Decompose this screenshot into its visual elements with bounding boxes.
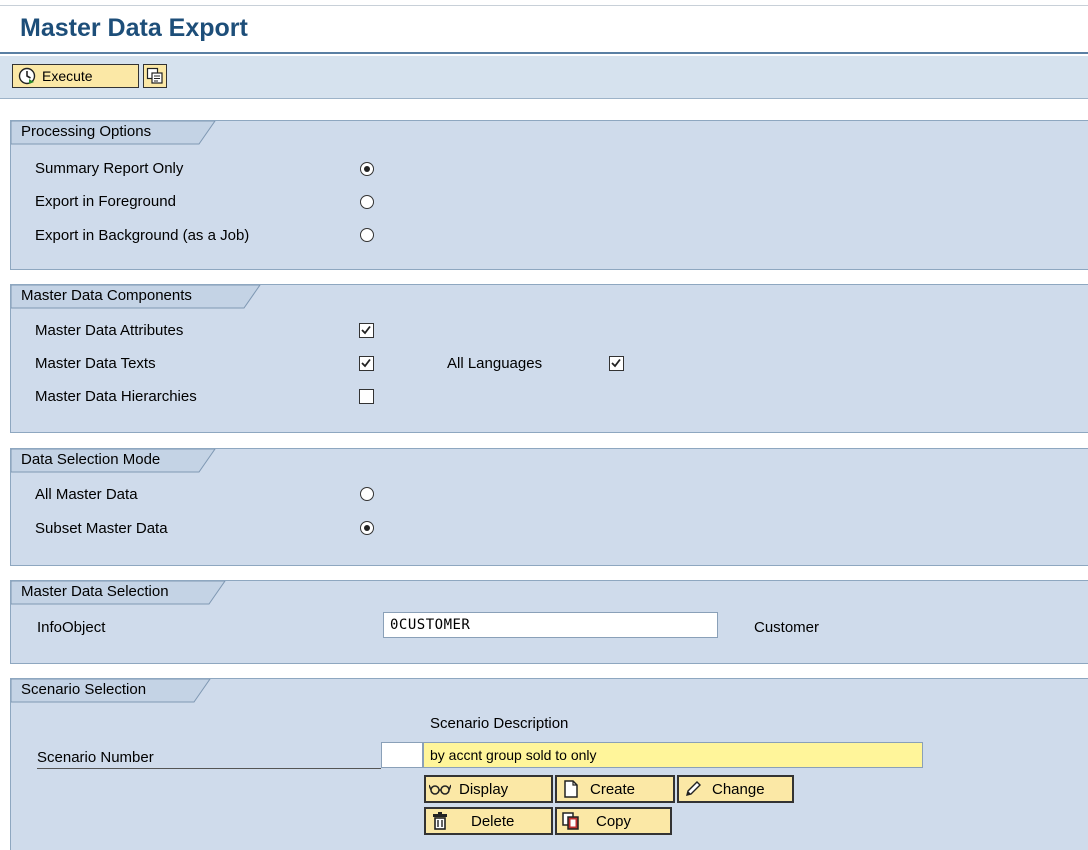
scenario-description-input[interactable] (424, 743, 922, 767)
infoobject-label: InfoObject (37, 619, 106, 636)
copy-label: Copy (596, 812, 632, 830)
top-border (0, 5, 1088, 6)
group-title: Master Data Selection (21, 583, 169, 600)
copy-button[interactable]: Copy (555, 807, 672, 835)
variant-icon (146, 67, 164, 85)
radio-subset-master-data[interactable] (360, 521, 374, 535)
infoobject-field[interactable] (383, 612, 718, 638)
group-title: Master Data Components (21, 287, 192, 304)
components-group: Master Data Components Master Data Attri… (10, 284, 1088, 433)
delete-label: Delete (471, 812, 515, 830)
option-label: All Master Data (35, 486, 138, 503)
execute-icon (18, 67, 36, 85)
change-label: Change (712, 780, 765, 798)
group-title: Processing Options (21, 123, 152, 140)
hierarchies-label: Master Data Hierarchies (35, 388, 197, 405)
variant-button[interactable] (143, 64, 167, 88)
infoobject-input[interactable] (384, 613, 717, 637)
group-title: Data Selection Mode (21, 451, 161, 468)
create-icon (560, 780, 582, 798)
texts-label: Master Data Texts (35, 355, 156, 372)
change-button[interactable]: Change (677, 775, 794, 803)
infoobject-description: Customer (754, 619, 820, 636)
data-selection-group: Master Data Selection InfoObject Custome… (10, 580, 1088, 664)
title-separator (0, 52, 1088, 54)
all-languages-checkbox[interactable] (609, 356, 624, 371)
scenario-group: Scenario Selection Scenario Description … (10, 678, 1088, 850)
scenario-number-label: Scenario Number (37, 749, 154, 766)
copy-icon (560, 812, 582, 830)
selection-mode-group: Data Selection Mode All Master Data Subs… (10, 448, 1088, 566)
radio-summary-report[interactable] (360, 162, 374, 176)
application-toolbar: Execute (0, 56, 1088, 99)
option-label: Subset Master Data (35, 520, 168, 537)
display-button[interactable]: Display (424, 775, 553, 803)
texts-checkbox[interactable] (359, 356, 374, 371)
group-title: Scenario Selection (21, 681, 147, 698)
delete-icon (429, 812, 451, 830)
execute-button[interactable]: Execute (12, 64, 139, 88)
attributes-label: Master Data Attributes (35, 322, 184, 339)
option-label: Export in Foreground (35, 193, 176, 210)
create-label: Create (590, 780, 636, 798)
scenario-number-field[interactable] (381, 742, 423, 768)
change-icon (682, 780, 704, 798)
radio-export-background[interactable] (360, 228, 374, 242)
execute-label: Execute (42, 68, 93, 84)
delete-button[interactable]: Delete (424, 807, 553, 835)
scenario-number-input[interactable] (382, 743, 422, 767)
hierarchies-checkbox[interactable] (359, 389, 374, 404)
option-label: Export in Background (as a Job) (35, 227, 250, 244)
attributes-checkbox[interactable] (359, 323, 374, 338)
all-languages-label: All Languages (447, 355, 543, 372)
description-column-header: Scenario Description (430, 715, 569, 732)
label-underline (37, 768, 381, 769)
display-icon (429, 781, 451, 797)
option-label: Summary Report Only (35, 160, 184, 177)
radio-export-foreground[interactable] (360, 195, 374, 209)
processing-options-group: Processing Options Summary Report Only E… (10, 120, 1088, 270)
page-title: Master Data Export (20, 14, 248, 42)
display-label: Display (459, 780, 509, 798)
create-button[interactable]: Create (555, 775, 675, 803)
scenario-description-field[interactable] (423, 742, 923, 768)
radio-all-master-data[interactable] (360, 487, 374, 501)
